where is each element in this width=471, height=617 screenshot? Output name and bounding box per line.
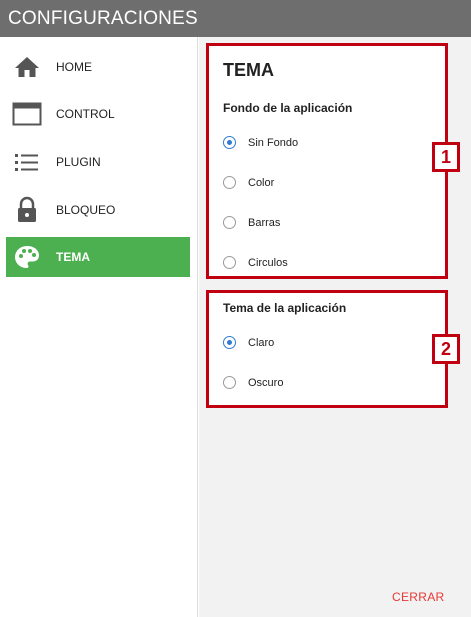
sidebar-item-plugin[interactable]: PLUGIN xyxy=(6,142,190,182)
theme-settings-card: Tema de la aplicación Claro Oscuro xyxy=(206,290,448,408)
sidebar-item-label: BLOQUEO xyxy=(56,203,116,217)
radio-barras[interactable]: Barras xyxy=(223,216,280,229)
sidebar-item-tema[interactable]: TEMA xyxy=(6,237,190,277)
radio-label: Claro xyxy=(248,336,275,349)
background-section-title: Fondo de la aplicación xyxy=(223,101,353,115)
sidebar-item-label: TEMA xyxy=(56,250,90,264)
close-button[interactable]: CERRAR xyxy=(392,590,444,604)
window-icon xyxy=(12,99,42,129)
radio-button-selected[interactable] xyxy=(223,336,236,349)
radio-button[interactable] xyxy=(223,176,236,189)
home-icon xyxy=(12,52,42,82)
annotation-badge: 1 xyxy=(432,142,460,172)
sidebar-item-home[interactable]: HOME xyxy=(6,47,190,87)
radio-sin-fondo[interactable]: Sin Fondo xyxy=(223,136,298,149)
radio-button-selected[interactable] xyxy=(223,136,236,149)
palette-icon xyxy=(12,242,42,272)
lock-icon xyxy=(12,195,42,225)
list-icon xyxy=(12,147,42,177)
radio-button[interactable] xyxy=(223,256,236,269)
radio-label: Oscuro xyxy=(248,376,284,389)
radio-circulos[interactable]: Circulos xyxy=(223,256,288,269)
radio-label: Barras xyxy=(248,216,281,229)
sidebar: HOME CONTROL PLUGIN BLOQUEO TEMA xyxy=(0,37,198,617)
radio-label: Color xyxy=(248,176,275,189)
theme-section-title: Tema de la aplicación xyxy=(223,301,347,315)
sidebar-item-bloqueo[interactable]: BLOQUEO xyxy=(6,190,190,230)
radio-button[interactable] xyxy=(223,376,236,389)
radio-claro[interactable]: Claro xyxy=(223,336,274,349)
radio-label: Circulos xyxy=(248,256,288,269)
radio-label: Sin Fondo xyxy=(248,136,299,149)
sidebar-item-label: PLUGIN xyxy=(56,155,101,169)
annotation-badge: 2 xyxy=(432,334,460,364)
background-settings-card: TEMA Fondo de la aplicación Sin Fondo Co… xyxy=(206,43,448,279)
window-title: CONFIGURACIONES xyxy=(0,0,471,37)
sidebar-item-control[interactable]: CONTROL xyxy=(6,94,190,134)
radio-oscuro[interactable]: Oscuro xyxy=(223,376,283,389)
radio-button[interactable] xyxy=(223,216,236,229)
sidebar-item-label: HOME xyxy=(56,60,92,74)
page-title: TEMA xyxy=(223,60,274,80)
sidebar-item-label: CONTROL xyxy=(56,107,115,121)
radio-color[interactable]: Color xyxy=(223,176,274,189)
